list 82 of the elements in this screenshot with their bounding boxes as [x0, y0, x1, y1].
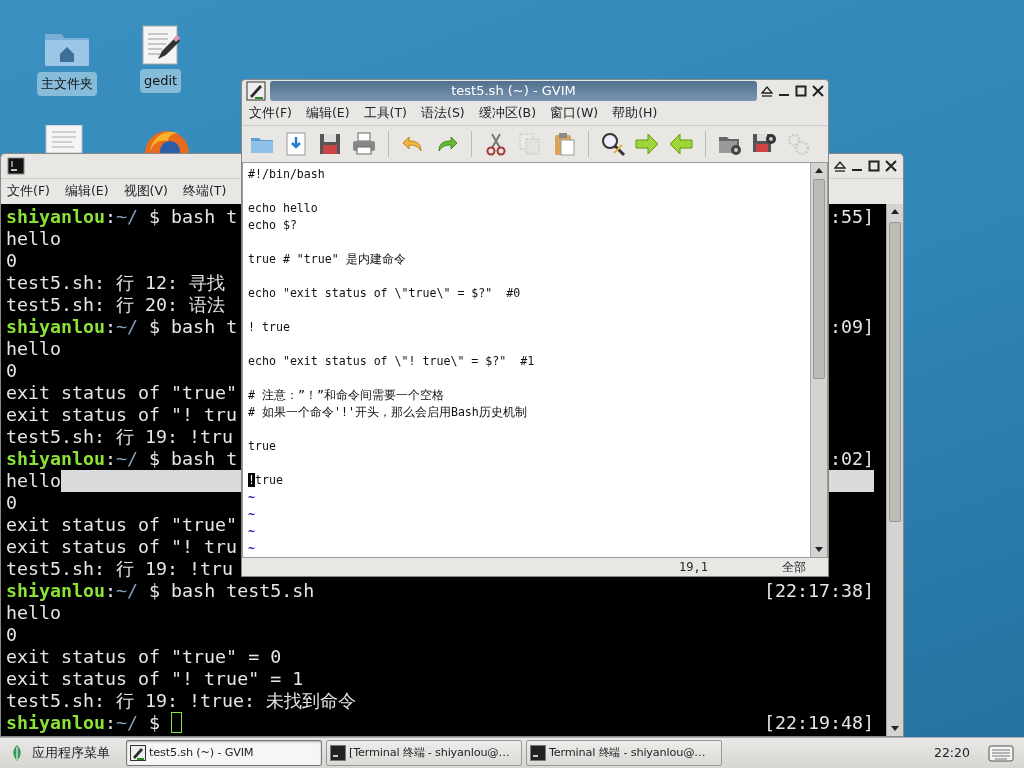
timestamp: :02] [829, 448, 874, 470]
code-line: ! true [248, 320, 290, 334]
code-line: true # "true" 是内建命令 [248, 252, 406, 266]
output-line: test5.sh: 行 19: !tru [6, 426, 234, 448]
output-line: 0 [6, 492, 17, 514]
document-icon [44, 125, 84, 153]
shade-icon[interactable] [761, 85, 773, 98]
menu-item[interactable]: 文件(F) [242, 104, 298, 123]
code-line: # 如果一个命令'!'开头，那么会启用Bash历史机制 [248, 405, 527, 419]
output-line: hello [6, 228, 62, 250]
output-line: exit status of "! tru [6, 536, 238, 558]
menu-item[interactable]: 窗口(W) [543, 104, 605, 123]
output-line: exit status of "true" [6, 514, 238, 536]
menu-item[interactable]: 缓冲区(B) [471, 104, 543, 123]
timestamp: :09] [829, 316, 874, 338]
output-line: exit status of "true" [6, 382, 238, 404]
scrollbar[interactable] [886, 204, 903, 736]
notepad-icon [141, 25, 180, 65]
output-line: test5.sh: 行 20: 语法 [6, 294, 226, 316]
menu-item[interactable]: 文件(F) [1, 182, 57, 201]
empty-line-marker: ~ [248, 524, 255, 538]
output-line: exit status of "! true" = 1 [6, 668, 304, 690]
task-button[interactable]: Terminal 终端 - shiyanlou@… [526, 740, 722, 766]
output-line: hello [6, 338, 62, 360]
prompt-line: shiyanlou:~/ $ bash t [6, 448, 238, 470]
prompt-line: shiyanlou:~/ $ bash test5.sh [6, 580, 315, 602]
maximize-icon[interactable] [795, 85, 807, 98]
output-line: exit status of "true" = 0 [6, 646, 282, 668]
menu-item[interactable]: 工具(T) [356, 104, 413, 123]
output-line: test5.sh: 行 12: 寻找 [6, 272, 226, 294]
menu-item[interactable]: 视图(V) [117, 182, 175, 201]
icon-label[interactable]: 主文件夹 [37, 72, 97, 96]
terminal-icon [7, 157, 25, 175]
maximize-icon[interactable] [868, 160, 880, 172]
empty-line-marker: ~ [248, 490, 255, 504]
terminal-icon [330, 745, 346, 761]
prompt-line: shiyanlou:~/ $ bash t [6, 316, 238, 338]
code-line: echo $? [248, 218, 297, 232]
shade-icon[interactable] [834, 160, 846, 172]
code-line: echo hello [248, 201, 318, 215]
output-line: 0 [6, 360, 17, 382]
code-line: true [248, 439, 276, 453]
menu-item[interactable]: 编辑(E) [298, 104, 356, 123]
window-title: test5.sh (~) - GVIM [270, 81, 757, 102]
start-menu-button[interactable]: 应用程序菜单 [4, 740, 122, 766]
close-icon[interactable] [812, 85, 824, 98]
menu-item[interactable]: 编辑(E) [58, 182, 116, 201]
clock[interactable]: 22:20 [933, 743, 970, 763]
output-line: test5.sh: 行 19: !true: 未找到命令 [6, 690, 357, 712]
leaf-icon [10, 744, 24, 762]
keyboard-icon [988, 743, 1014, 763]
menu-item[interactable]: 帮助(H) [605, 104, 664, 123]
task-button[interactable]: [Terminal 终端 - shiyanlou@… [326, 740, 522, 766]
scrollbar[interactable] [810, 163, 827, 557]
code-line: # 注意：”！”和命令间需要一个空格 [248, 388, 444, 402]
close-icon[interactable] [885, 160, 897, 172]
app-icon [130, 745, 146, 761]
timestamp: [22:19:48] [763, 712, 874, 734]
terminal-icon [530, 745, 546, 761]
prompt-line: shiyanlou:~/ $ bash t [6, 206, 238, 228]
timestamp: [22:17:38] [763, 580, 874, 602]
icon-label[interactable]: gedit [140, 69, 182, 93]
empty-line-marker: ~ [248, 541, 255, 555]
output-line: exit status of "! tru [6, 404, 238, 426]
output-line: hello [6, 602, 62, 624]
scroll-status: 全部 [782, 559, 806, 576]
task-button[interactable]: test5.sh (~) - GVIM [126, 740, 322, 766]
cursor-position: 19,1 [679, 559, 708, 576]
timestamp: :55] [829, 206, 874, 228]
prompt-line: shiyanlou:~/ $ [6, 712, 162, 734]
output-line: 0 [6, 250, 17, 272]
empty-line-marker: ~ [248, 507, 255, 521]
print-icon[interactable] [350, 129, 378, 158]
output-line: 0 [6, 624, 17, 646]
code-line: #!/bin/bash [248, 167, 325, 181]
output-line: test5.sh: 行 19: !tru [6, 558, 234, 580]
output-line: hello [6, 470, 62, 492]
code-line: !true [248, 473, 283, 487]
menu-item[interactable]: 终端(T) [176, 182, 234, 201]
code-line: echo "exit status of \"! true\" = $?" #1 [248, 354, 535, 368]
menu-item[interactable]: 语法(S) [414, 104, 471, 123]
code-line: echo "exit status of \"true\" = $?" #0 [248, 286, 521, 300]
